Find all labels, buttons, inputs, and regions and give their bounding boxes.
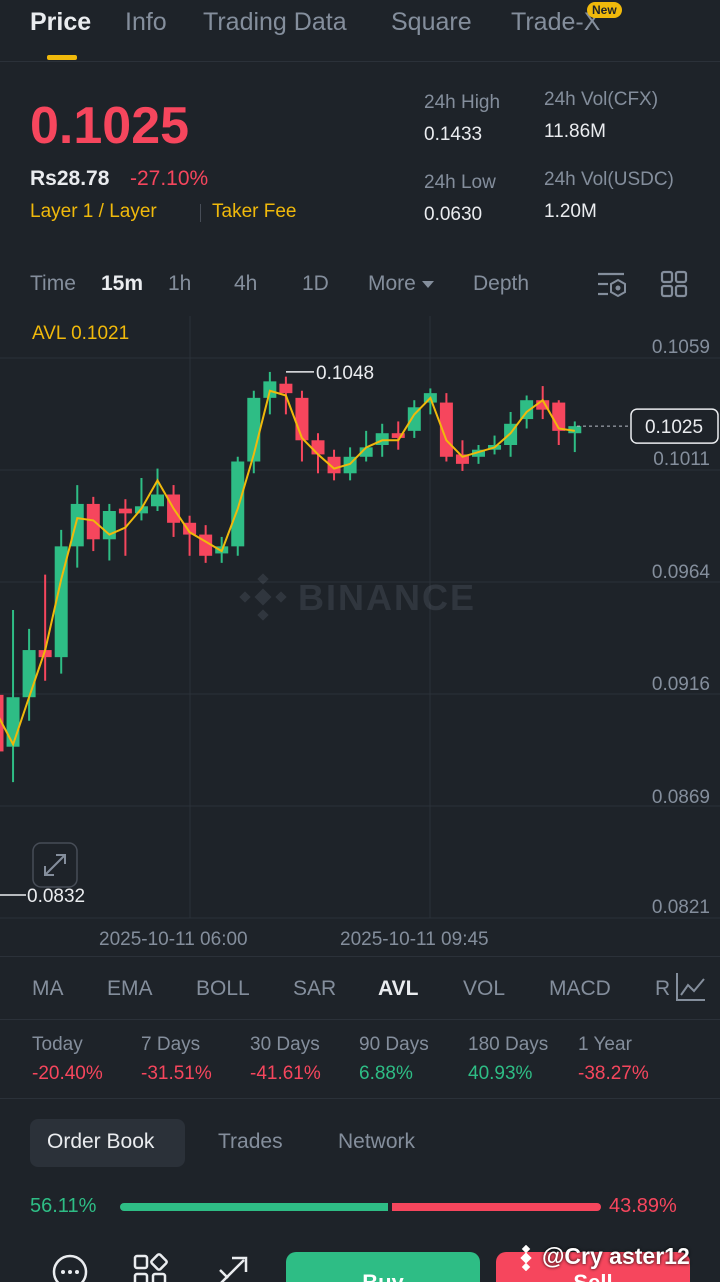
category-tag[interactable]: Layer 1 / Layer: [30, 201, 157, 223]
vol-quote-value: 1.20M: [544, 201, 597, 222]
indicator-vol[interactable]: VOL: [463, 977, 505, 1001]
divider: [0, 1098, 720, 1099]
tab-square[interactable]: Square: [391, 8, 472, 37]
indicator-sar[interactable]: SAR: [293, 977, 336, 1001]
timeframe-1d[interactable]: 1D: [302, 272, 329, 296]
perf-label: 1 Year: [578, 1034, 632, 1055]
tag-divider: [200, 204, 201, 222]
more-label: More: [368, 272, 416, 295]
x-tick-label: 2025-10-11 06:00: [99, 929, 248, 950]
trade-arrow-icon[interactable]: [212, 1252, 252, 1282]
candle-body: [22, 650, 36, 698]
new-badge: New: [587, 2, 622, 18]
y-tick-label: 0.0964: [652, 562, 711, 583]
binance-watermark-icon: [239, 573, 287, 621]
perf-label: 90 Days: [359, 1034, 429, 1055]
candle-body: [279, 383, 293, 394]
last-price: 0.1025: [30, 97, 190, 155]
high-marker-label: 0.1048: [316, 363, 374, 384]
low-label: 24h Low: [424, 172, 496, 193]
price-change: -27.10%: [130, 167, 209, 190]
perf-label: 30 Days: [250, 1034, 320, 1055]
timeframe-15m[interactable]: 15m: [101, 272, 143, 296]
avl-line: [0, 389, 575, 747]
y-tick-label: 0.1059: [652, 337, 710, 358]
candle-body: [311, 440, 325, 455]
top-tab-bar: Price Info Trading Data Square Trade-X N…: [0, 0, 720, 62]
timeframe-more[interactable]: More: [368, 272, 434, 296]
timeframe-4h[interactable]: 4h: [234, 272, 257, 296]
indicator-chart-icon[interactable]: [674, 971, 708, 1003]
current-price-label: 0.1025: [645, 417, 703, 438]
indicator-boll[interactable]: BOLL: [196, 977, 250, 1001]
chat-icon[interactable]: [50, 1252, 90, 1282]
app-root: Price Info Trading Data Square Trade-X N…: [0, 0, 720, 1282]
binance-logo-icon: [520, 1245, 532, 1271]
fiat-price: Rs28.78: [30, 167, 110, 190]
indicator-bar: MA EMA BOLL SAR AVL VOL MACD R: [0, 956, 720, 1020]
fullscreen-icon[interactable]: [32, 842, 78, 888]
perf-value: -38.27%: [578, 1063, 649, 1084]
perf-value: 6.88%: [359, 1063, 413, 1084]
candle-body: [295, 397, 309, 441]
tab-price[interactable]: Price: [30, 8, 91, 37]
taker-fee-tag[interactable]: Taker Fee: [212, 201, 296, 223]
y-tick-label: 0.1011: [653, 449, 710, 470]
bid-ratio-bar: [120, 1203, 388, 1211]
tab-network[interactable]: Network: [338, 1130, 415, 1154]
perf-label: 7 Days: [141, 1034, 201, 1055]
apps-icon[interactable]: [131, 1252, 171, 1282]
grid-layout-icon[interactable]: [660, 270, 688, 298]
vol-quote-label: 24h Vol(USDC): [544, 169, 674, 190]
tab-order-book[interactable]: Order Book: [47, 1130, 154, 1154]
perf-value: 40.93%: [468, 1063, 533, 1084]
y-tick-label: 0.0821: [652, 897, 710, 918]
chart-markers: 0.1048 0.0832 0.1025: [0, 363, 719, 907]
indicator-rsi[interactable]: R: [655, 977, 670, 1001]
tab-trades[interactable]: Trades: [218, 1130, 283, 1154]
timeframe-time[interactable]: Time: [30, 272, 76, 296]
high-label: 24h High: [424, 92, 501, 113]
active-tab-indicator: [47, 55, 77, 60]
tab-trading-data[interactable]: Trading Data: [203, 8, 347, 37]
candlestick-chart[interactable]: BINANCE 0.10590.10110.09640.09160.08690.…: [0, 316, 720, 956]
bid-percent: 56.11%: [30, 1195, 97, 1217]
ask-ratio-bar: [391, 1203, 601, 1211]
timeframe-1h[interactable]: 1h: [168, 272, 191, 296]
indicator-ema[interactable]: EMA: [107, 977, 153, 1001]
avl-indicator-label: AVL 0.1021: [32, 323, 130, 344]
chart-watermark: BINANCE: [298, 577, 476, 618]
candle-body: [231, 461, 245, 547]
low-marker-label: 0.0832: [27, 886, 85, 907]
candle-body: [263, 381, 277, 398]
buy-button[interactable]: Buy: [286, 1252, 480, 1282]
caret-down-icon: [421, 280, 434, 288]
perf-value: -41.61%: [250, 1063, 321, 1084]
perf-label: 180 Days: [468, 1034, 549, 1055]
high-value: 0.1433: [424, 124, 483, 145]
chart-settings-icon[interactable]: [596, 270, 628, 300]
vol-base-value: 11.86M: [544, 121, 606, 142]
low-value: 0.0630: [424, 204, 483, 225]
indicator-avl[interactable]: AVL: [378, 977, 418, 1001]
perf-value: -20.40%: [32, 1063, 103, 1084]
y-tick-label: 0.0869: [652, 787, 710, 808]
candles: [0, 371, 582, 783]
candle-body: [70, 503, 84, 547]
y-tick-label: 0.0916: [652, 674, 710, 695]
ask-percent: 43.89%: [609, 1195, 677, 1217]
perf-label: Today: [32, 1034, 83, 1055]
timeframe-depth[interactable]: Depth: [473, 272, 529, 296]
vol-base-label: 24h Vol(CFX): [544, 89, 659, 110]
tab-info[interactable]: Info: [125, 8, 167, 37]
candle-body: [151, 494, 164, 507]
perf-value: -31.51%: [141, 1063, 212, 1084]
candle-body: [118, 508, 132, 514]
indicator-macd[interactable]: MACD: [549, 977, 611, 1001]
user-watermark: @Cry aster12: [542, 1243, 690, 1269]
x-tick-label: 2025-10-11 09:45: [340, 929, 489, 950]
candle-body: [6, 697, 20, 747]
indicator-ma[interactable]: MA: [32, 977, 64, 1001]
